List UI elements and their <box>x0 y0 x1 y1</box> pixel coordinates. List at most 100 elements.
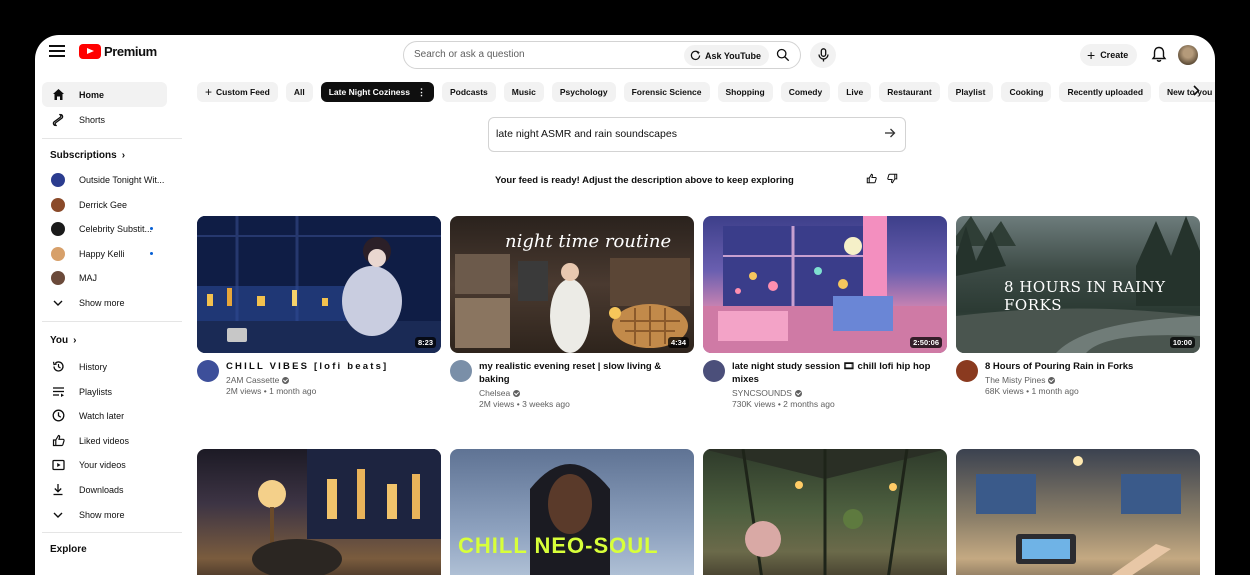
chevron-right-icon[interactable] <box>1193 85 1200 99</box>
custom-feed-prompt-input[interactable]: late night ASMR and rain soundscapes <box>488 117 906 152</box>
channel-avatar[interactable] <box>703 360 725 382</box>
subscription-item[interactable]: MAJ <box>42 265 167 290</box>
sidebar-divider <box>42 138 182 139</box>
chip-label: Recently uploaded <box>1067 87 1144 97</box>
video-card[interactable] <box>956 449 1200 575</box>
video-card[interactable]: 8:23 CHILL VIBES [lofi beats] 2AM Casset… <box>197 216 441 396</box>
sidebar-item-downloads[interactable]: Downloads <box>42 477 167 502</box>
ask-youtube-button[interactable]: Ask YouTube <box>684 45 770 66</box>
video-card[interactable]: 8 HOURS IN RAINY FORKS 10:00 8 Hours of … <box>956 216 1200 396</box>
chevron-right-icon: › <box>121 150 126 161</box>
sidebar-item-label: Shorts <box>79 114 106 125</box>
plus-icon: + <box>205 85 213 99</box>
video-thumbnail[interactable]: 8 HOURS IN RAINY FORKS 10:00 <box>956 216 1200 353</box>
video-title[interactable]: late night study session 🎞 chill lofi hi… <box>732 360 947 386</box>
youtube-premium-logo[interactable]: Premium <box>79 44 157 59</box>
video-title[interactable]: CHILL VIBES [lofi beats] <box>226 360 441 373</box>
sidebar-item-home[interactable]: Home <box>42 82 167 107</box>
you-heading[interactable]: You › <box>50 335 77 346</box>
video-card[interactable]: CHILL NEO-SOUL <box>450 449 694 575</box>
sidebar-item-your-videos[interactable]: Your videos <box>42 452 167 477</box>
video-stats: 2M views • 3 weeks ago <box>479 399 570 409</box>
create-button[interactable]: + Create <box>1080 44 1138 66</box>
chip-psychology[interactable]: Psychology <box>551 82 616 102</box>
logo-text: Premium <box>104 44 157 59</box>
more-options-icon[interactable]: ⋮ <box>417 87 426 98</box>
thumbnail-art <box>197 216 441 353</box>
subscriptions-show-more[interactable]: Show more <box>42 290 167 315</box>
subscription-label: Derrick Gee <box>79 199 128 210</box>
chip-forensic-science[interactable]: Forensic Science <box>623 82 710 102</box>
subscription-item[interactable]: Celebrity Substit... <box>42 216 167 241</box>
chip-new-to-you[interactable]: New to you <box>1159 82 1215 102</box>
sidebar-item-label: Home <box>79 89 105 100</box>
video-thumbnail[interactable] <box>703 449 947 575</box>
plus-icon: + <box>1087 47 1096 63</box>
search-input[interactable]: Search or ask a question Ask YouTube <box>403 41 801 69</box>
chip-shopping[interactable]: Shopping <box>717 82 773 102</box>
ask-youtube-label: Ask YouTube <box>705 50 762 61</box>
sidebar-item-playlists[interactable]: Playlists <box>42 379 167 404</box>
account-avatar[interactable] <box>1178 45 1198 65</box>
submit-arrow-icon[interactable] <box>884 127 896 141</box>
channel-avatar[interactable] <box>956 360 978 382</box>
channel-avatar <box>51 246 65 261</box>
chip-label: Late Night Coziness <box>328 87 410 97</box>
chip-late-night-coziness[interactable]: Late Night Coziness ⋮ <box>320 82 434 102</box>
video-title[interactable]: my realistic evening reset | slow living… <box>479 360 694 386</box>
chip-recently-uploaded[interactable]: Recently uploaded <box>1059 82 1152 102</box>
sidebar-item-shorts[interactable]: Shorts <box>42 107 167 132</box>
video-card[interactable]: 2:50:06 late night study session 🎞 chill… <box>703 216 947 409</box>
menu-icon[interactable] <box>49 45 65 59</box>
search-icon[interactable] <box>776 48 790 62</box>
video-card[interactable]: night time routine 4:34 my realistic eve… <box>450 216 694 409</box>
notifications-bell-icon[interactable] <box>1151 46 1167 63</box>
chevron-down-icon <box>51 296 65 310</box>
subscription-label: Celebrity Substit... <box>79 223 153 234</box>
chip-podcasts[interactable]: Podcasts <box>441 82 496 102</box>
sidebar-item-watch-later[interactable]: Watch later <box>42 403 167 428</box>
duration-badge: 10:00 <box>1169 337 1195 348</box>
playlists-icon <box>51 385 65 399</box>
thumbnail-art <box>703 449 947 575</box>
subscription-item[interactable]: Happy Kelli <box>42 241 167 266</box>
video-card[interactable] <box>703 449 947 575</box>
thumbnail-overlay-text: 8 HOURS IN RAINY FORKS <box>1004 278 1166 314</box>
chip-music[interactable]: Music <box>503 82 544 102</box>
chip-restaurant[interactable]: Restaurant <box>879 82 940 102</box>
chip-live[interactable]: Live <box>838 82 872 102</box>
chip-custom-feed[interactable]: + Custom Feed <box>197 82 278 102</box>
channel-name[interactable]: 2AM Cassette <box>226 375 279 385</box>
video-thumbnail[interactable]: 2:50:06 <box>703 216 947 353</box>
subscriptions-heading[interactable]: Subscriptions › <box>50 150 125 161</box>
chip-comedy[interactable]: Comedy <box>780 82 831 102</box>
chip-all[interactable]: All <box>285 82 313 102</box>
subscription-label: MAJ <box>79 272 97 283</box>
sidebar-item-liked-videos[interactable]: Liked videos <box>42 428 167 453</box>
chip-playlist[interactable]: Playlist <box>947 82 994 102</box>
filter-chip-bar: + Custom Feed All Late Night Coziness ⋮ Po… <box>197 82 1215 102</box>
voice-search-button[interactable] <box>810 42 836 68</box>
video-thumbnail[interactable]: 8:23 <box>197 216 441 353</box>
video-title[interactable]: 8 Hours of Pouring Rain in Forks <box>985 360 1200 373</box>
video-thumbnail[interactable]: CHILL NEO-SOUL <box>450 449 694 575</box>
video-thumbnail[interactable] <box>197 449 441 575</box>
channel-name-row: 2AM Cassette <box>226 375 441 385</box>
channel-name[interactable]: Chelsea <box>479 388 510 398</box>
channel-name[interactable]: The Misty Pines <box>985 375 1045 385</box>
subscription-item[interactable]: Outside Tonight Wit... <box>42 167 167 192</box>
you-show-more[interactable]: Show more <box>42 502 167 527</box>
video-thumbnail[interactable] <box>956 449 1200 575</box>
video-thumbnail[interactable]: night time routine 4:34 <box>450 216 694 353</box>
history-icon <box>51 360 65 374</box>
thumbs-up-icon[interactable] <box>866 173 877 187</box>
subscription-item[interactable]: Derrick Gee <box>42 192 167 217</box>
chip-cooking[interactable]: Cooking <box>1001 82 1052 102</box>
channel-name[interactable]: SYNCSOUNDS <box>732 388 792 398</box>
video-meta: late night study session 🎞 chill lofi hi… <box>703 360 947 409</box>
video-card[interactable] <box>197 449 441 575</box>
channel-avatar[interactable] <box>197 360 219 382</box>
thumbs-down-icon[interactable] <box>887 173 898 187</box>
channel-avatar[interactable] <box>450 360 472 382</box>
sidebar-item-history[interactable]: History <box>42 354 167 379</box>
